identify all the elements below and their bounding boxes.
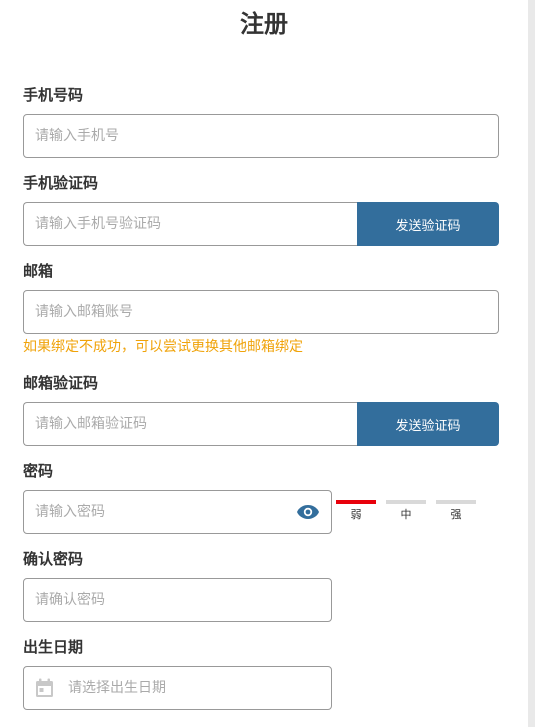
strength-strong: 强 <box>436 500 476 522</box>
strength-weak-bar <box>336 500 376 504</box>
scrollbar[interactable] <box>528 0 535 727</box>
strength-medium-label: 中 <box>400 508 412 521</box>
birthday-field[interactable] <box>23 666 332 710</box>
birthday-label: 出生日期 <box>23 638 84 656</box>
strength-strong-bar <box>436 500 476 504</box>
phone-label: 手机号码 <box>23 86 84 104</box>
password-label: 密码 <box>23 462 54 480</box>
phone-code-group: 发送验证码 <box>23 202 499 246</box>
strength-medium-bar <box>386 500 426 504</box>
confirm-password-input[interactable] <box>23 578 332 622</box>
send-email-code-button[interactable]: 发送验证码 <box>357 402 499 446</box>
password-field <box>23 490 332 534</box>
email-label: 邮箱 <box>23 262 54 280</box>
confirm-password-label: 确认密码 <box>23 550 84 568</box>
phone-input[interactable] <box>23 114 499 158</box>
send-phone-code-button[interactable]: 发送验证码 <box>357 202 499 246</box>
calendar-icon <box>35 678 55 698</box>
email-hint: 如果绑定不成功，可以尝试更换其他邮箱绑定 <box>23 339 303 355</box>
email-code-group: 发送验证码 <box>23 402 499 446</box>
email-code-input[interactable] <box>23 402 357 446</box>
strength-weak-label: 弱 <box>350 508 362 521</box>
phone-code-input[interactable] <box>23 202 357 246</box>
strength-weak: 弱 <box>336 500 376 522</box>
email-input[interactable] <box>23 290 499 334</box>
eye-icon[interactable] <box>296 502 322 522</box>
phone-code-label: 手机验证码 <box>23 174 99 192</box>
birthday-input[interactable] <box>55 668 331 708</box>
email-code-label: 邮箱验证码 <box>23 374 99 392</box>
page-title: 注册 <box>240 10 288 38</box>
strength-medium: 中 <box>386 500 426 522</box>
password-input[interactable] <box>24 492 296 532</box>
strength-strong-label: 强 <box>450 508 462 521</box>
